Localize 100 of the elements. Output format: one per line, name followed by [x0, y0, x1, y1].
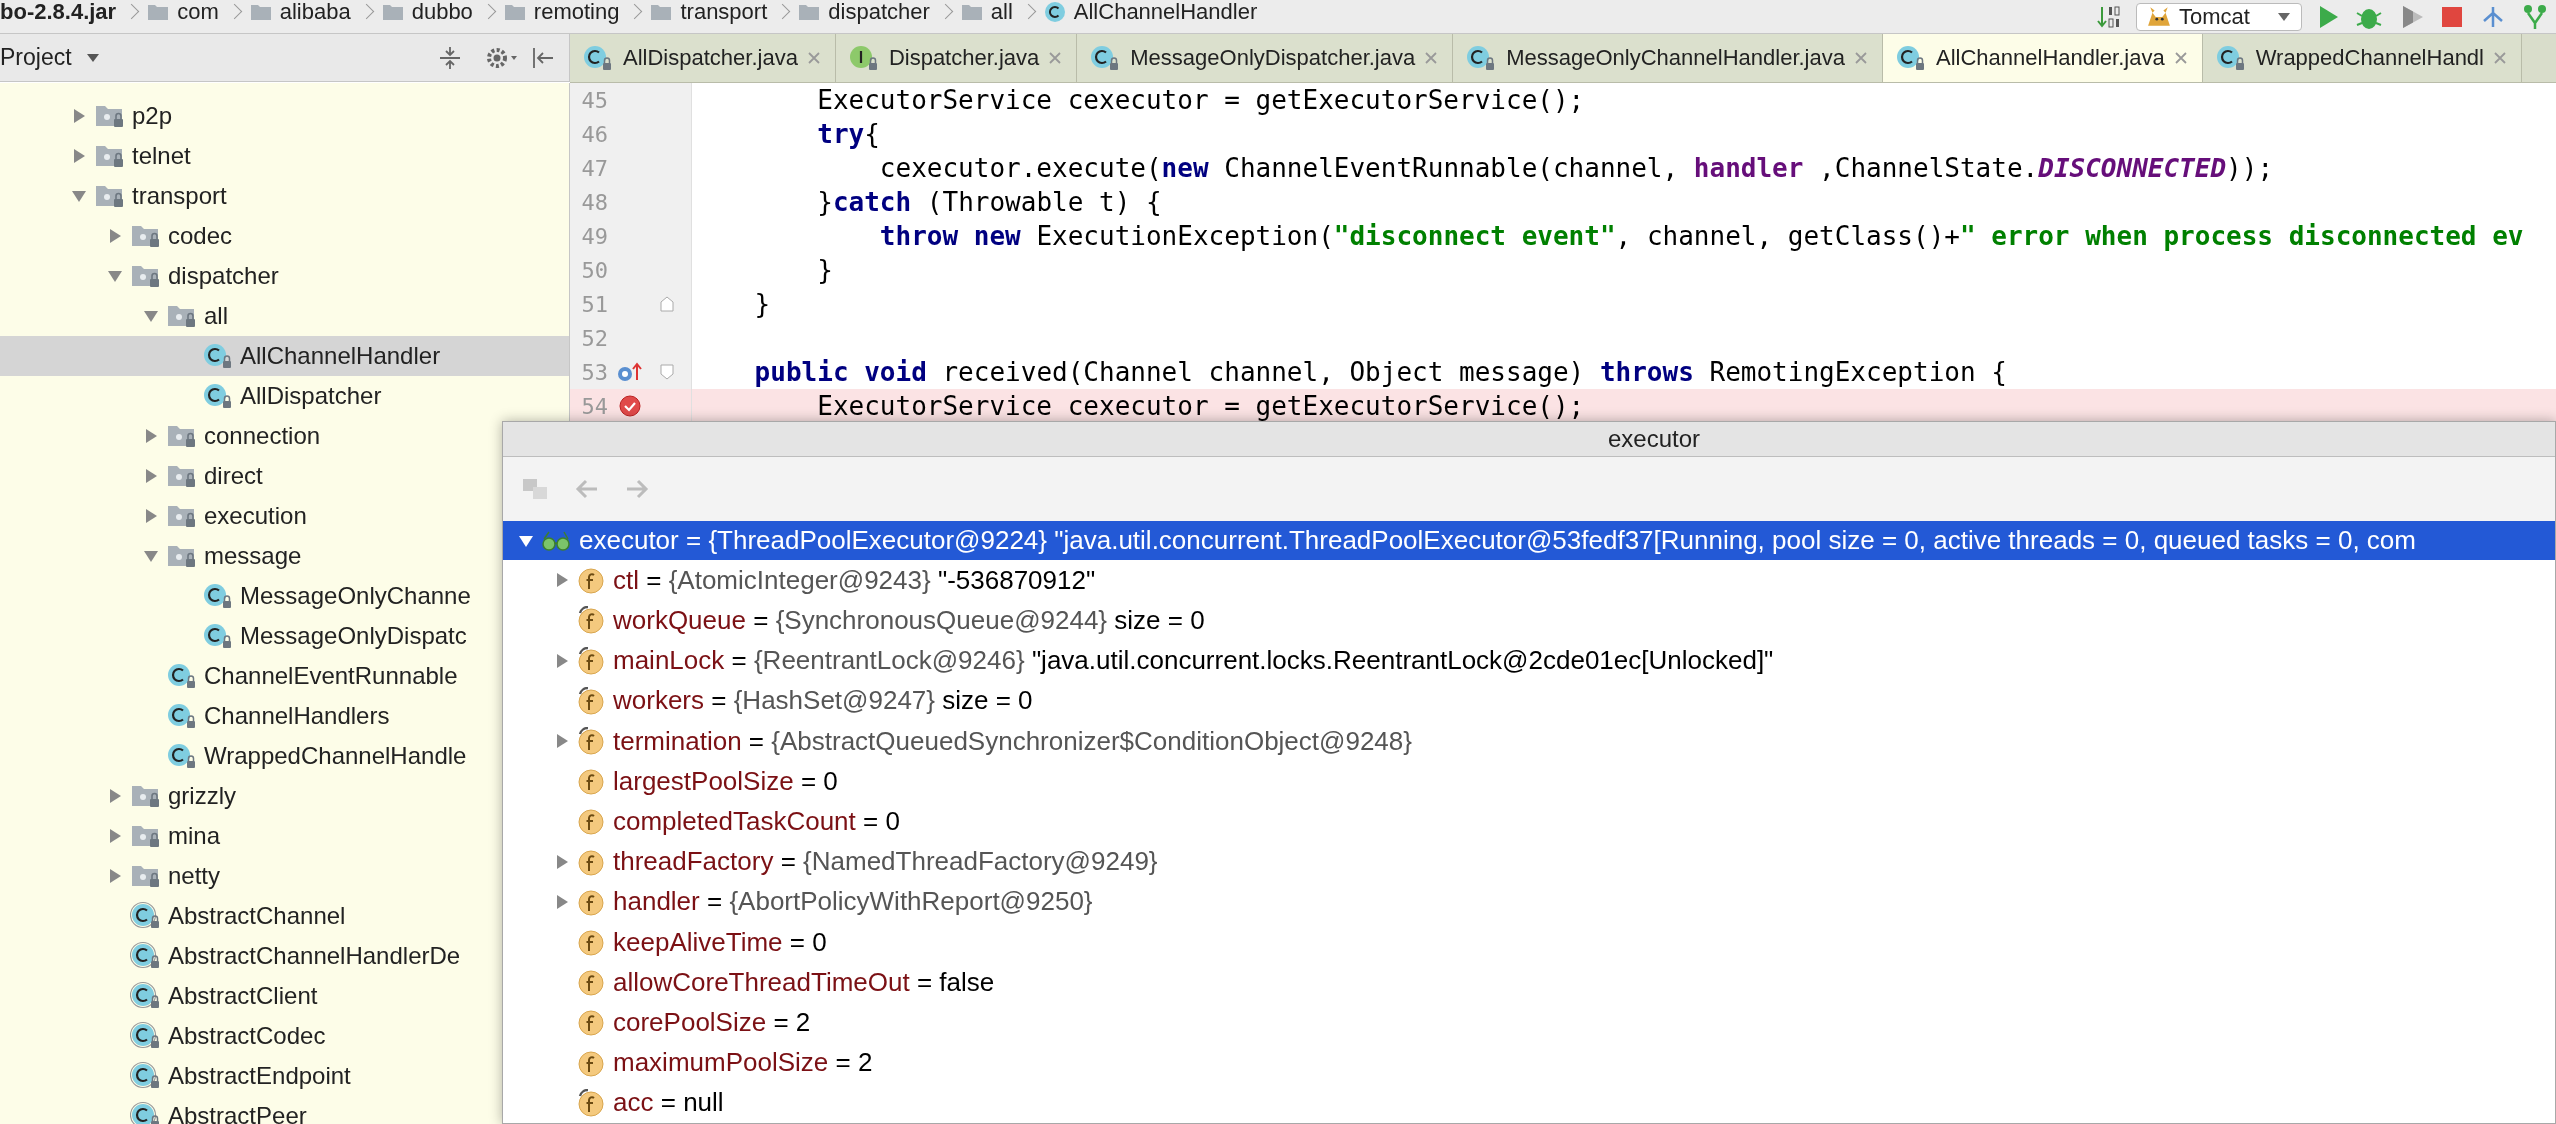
class-icon — [166, 701, 198, 731]
folder-icon — [960, 2, 983, 21]
line-number: 50 — [580, 257, 608, 283]
variable-text: completedTaskCount = 0 — [613, 805, 900, 837]
tab-label: MessageOnlyChannelHandler.java — [1506, 45, 1845, 71]
run-configuration-dropdown[interactable]: Tomcat — [2136, 2, 2302, 31]
close-icon[interactable] — [1048, 51, 1063, 65]
code-line: ExecutorService cexecutor = getExecutorService(); — [816, 85, 1585, 115]
line-number: 54 — [580, 393, 608, 419]
breakpoint-icon[interactable] — [618, 394, 642, 418]
breadcrumb-item[interactable]: bo-2.8.4.jar — [0, 0, 127, 25]
close-icon[interactable] — [806, 51, 821, 65]
editor-tab[interactable]: AllChannelHandler.java — [1883, 34, 2203, 82]
variable-text: acc = null — [613, 1087, 724, 1119]
collapse-arrow-icon[interactable] — [71, 188, 87, 204]
override-icon[interactable] — [616, 360, 644, 384]
collapse-all-icon[interactable] — [437, 44, 463, 71]
close-icon[interactable] — [1854, 51, 1868, 65]
class-icon — [166, 661, 198, 691]
field-icon — [577, 1088, 605, 1117]
breadcrumb-item[interactable]: dubbo — [371, 0, 483, 25]
variable-text: maximumPoolSize = 2 — [613, 1047, 873, 1079]
collapse-arrow-icon[interactable] — [143, 548, 159, 564]
expand-arrow-icon[interactable] — [107, 828, 123, 844]
variable-text: termination = {AbstractQueuedSynchronizer$ConditionObject@9248} — [613, 725, 1412, 757]
line-number: 49 — [580, 223, 608, 249]
field-icon — [577, 887, 605, 916]
tree-item[interactable]: codec — [0, 216, 569, 256]
tree-item[interactable]: AllDispatcher — [0, 376, 569, 416]
tree-item[interactable]: direct — [0, 456, 569, 496]
tab-label: Dispatcher.java — [888, 45, 1040, 71]
code-line: ExecutorService cexecutor = getExecutorService(); — [816, 391, 1585, 421]
tree-item[interactable]: all — [0, 296, 569, 336]
line-number: 48 — [580, 189, 608, 215]
expand-arrow-icon[interactable] — [107, 868, 123, 884]
breadcrumb-item[interactable]: transport — [640, 0, 778, 25]
variable-text: handler = {AbortPolicyWithReport@9250} — [613, 886, 1093, 918]
class-icon — [166, 741, 198, 771]
tree-item[interactable]: transport — [0, 176, 569, 216]
class-icon — [202, 341, 234, 371]
variable-text: workers = {HashSet@9247} size = 0 — [613, 685, 1033, 717]
expand-arrow-icon[interactable] — [554, 572, 570, 589]
fold-icon[interactable] — [659, 363, 675, 381]
field-icon — [577, 686, 605, 715]
expand-arrow-icon[interactable] — [554, 652, 570, 669]
breadcrumb-item[interactable]: dispatcher — [788, 0, 940, 25]
expand-arrow-icon[interactable] — [143, 428, 159, 444]
field-icon — [577, 646, 605, 675]
expand-arrow-icon[interactable] — [71, 108, 87, 124]
class-icon — [130, 1021, 162, 1051]
class-icon — [130, 1061, 162, 1091]
expand-arrow-icon[interactable] — [143, 508, 159, 524]
expand-arrow-icon[interactable] — [554, 733, 570, 750]
field-icon — [577, 727, 605, 756]
code-line: cexecutor.execute(new ChannelEventRunnable(channel, handler ,ChannelState.DISCONNECTED)); — [878, 153, 2274, 183]
expand-arrow-icon[interactable] — [554, 893, 570, 910]
class-icon — [202, 621, 234, 651]
variable-text: corePoolSize = 2 — [613, 1007, 811, 1038]
tree-item[interactable]: dispatcher — [0, 256, 569, 296]
field-icon — [577, 1048, 605, 1077]
stop-icon[interactable] — [2440, 4, 2464, 29]
folder-icon — [650, 2, 673, 21]
close-icon[interactable] — [1424, 51, 1439, 65]
variable-text: ctl = {AtomicInteger@9243} "-536870912" — [613, 564, 1096, 596]
line-number: 52 — [580, 325, 608, 351]
line-number: 45 — [580, 87, 608, 113]
class-icon — [2214, 43, 2247, 73]
variable-text: mainLock = {ReentrantLock@9246} "java.util.concurrent.locks.ReentrantLock@2cde01ec[Unlocked]" — [613, 645, 1774, 677]
variable-text: keepAliveTime = 0 — [613, 926, 827, 958]
tab-label: MessageOnlyDispatcher.java — [1130, 45, 1416, 71]
tree-item[interactable]: p2p — [0, 96, 569, 136]
expand-arrow-icon[interactable] — [107, 788, 123, 804]
class-icon — [202, 581, 234, 611]
tab-label: AllChannelHandler.java — [1936, 45, 2165, 71]
collapse-arrow-icon[interactable] — [107, 268, 123, 284]
structure-icon[interactable] — [2522, 2, 2548, 31]
tab-label: AllDispatcher.java — [623, 45, 798, 71]
interface-icon — [847, 43, 880, 73]
code-line: public void received(Channel channel, Object message) throws RemotingException { — [753, 357, 2007, 387]
line-number: 46 — [580, 121, 608, 147]
breadcrumb-item[interactable]: all — [950, 0, 1023, 25]
variable-row[interactable]: executor = {ThreadPoolExecutor@9224} "java.util.concurrent.ThreadPoolExecutor@53fedf37[Running, pool size = 0, active threads = 0, queued tasks = 0, com — [503, 521, 2555, 561]
tree-item[interactable]: AllChannelHandler — [0, 336, 569, 376]
expand-arrow-icon[interactable] — [143, 468, 159, 484]
folder-icon — [503, 2, 526, 21]
breadcrumb-item[interactable]: remoting — [493, 0, 630, 25]
fold-icon[interactable] — [659, 295, 675, 313]
collapse-arrow-icon[interactable] — [143, 308, 159, 324]
code-line: } — [753, 289, 771, 319]
breadcrumb-item[interactable]: alibaba — [239, 0, 361, 25]
close-icon[interactable] — [2493, 51, 2507, 65]
tree-item[interactable]: telnet — [0, 136, 569, 176]
expand-arrow-icon[interactable] — [554, 853, 570, 870]
close-icon[interactable] — [2173, 51, 2188, 65]
breadcrumb-item[interactable]: com — [137, 0, 229, 25]
breadcrumb-item[interactable]: AllChannelHandler — [1033, 0, 1268, 25]
expand-arrow-icon[interactable] — [107, 228, 123, 244]
expand-arrow-icon[interactable] — [71, 148, 87, 164]
class-icon — [130, 1101, 162, 1124]
sort-icon[interactable] — [2096, 3, 2122, 30]
